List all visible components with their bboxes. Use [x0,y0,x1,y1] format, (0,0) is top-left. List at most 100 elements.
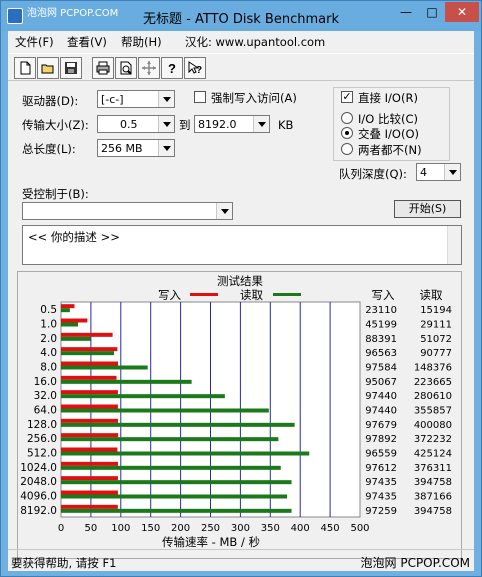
drive-value: [-c-] [101,93,124,106]
legend-read-label: 读取 [240,288,263,302]
write-bar [61,390,118,395]
write-bar [61,318,88,323]
write-bar [61,433,119,438]
drive-dropdown-arrow-icon[interactable] [158,91,174,107]
write-value: 97584 [365,363,397,374]
new-file-icon[interactable] [14,57,36,79]
x-tick-label: 400 [291,523,310,534]
transfer-to-select[interactable]: 8192.0 [194,115,270,133]
total-length-arrow-icon[interactable] [158,140,174,156]
transfer-from-arrow-icon[interactable] [158,116,174,132]
read-bar [61,508,292,513]
transfer-from-value: 0.5 [120,118,138,131]
context-help-icon[interactable]: ? [184,57,206,79]
read-bar [61,322,79,327]
read-bar [61,480,292,485]
close-button[interactable]: ✕ [445,2,479,22]
category-label: 1.0 [40,319,57,331]
controlled-by-arrow-icon[interactable] [216,203,232,219]
write-bar [61,361,118,366]
read-bar [61,437,279,442]
start-button[interactable]: 开始(S) [394,200,461,218]
description-scrollbar[interactable] [447,226,461,264]
write-bar [61,332,113,337]
neither-radio[interactable] [341,143,353,155]
transfer-from-select[interactable]: 0.5 [97,115,175,133]
open-folder-icon[interactable] [37,57,59,79]
force-write-checkbox[interactable] [194,91,206,103]
x-axis-label: 传输速率 - MB / 秒 [162,535,260,549]
column-header-read: 读取 [420,288,443,302]
write-bar [61,375,117,380]
menu-file[interactable]: 文件(F) [15,34,54,50]
description-text: << 你的描述 >> [28,230,120,244]
write-value: 96559 [365,449,397,460]
category-label: 2.0 [40,333,57,345]
x-tick-label: 500 [350,523,369,534]
read-bar [61,494,288,499]
write-bar [61,418,119,423]
write-value: 88391 [365,334,397,345]
x-tick-label: 350 [261,523,280,534]
read-value: 15194 [420,305,452,316]
menu-help[interactable]: 帮助(H) [121,34,162,50]
read-value: 148376 [414,363,452,374]
read-value: 223665 [414,377,452,388]
controlled-by-label: 受控制于(B): [22,187,89,201]
total-length-select[interactable]: 256 MB [97,139,175,157]
print-preview-icon[interactable] [115,57,137,79]
transfer-to-arrow-icon[interactable] [253,116,269,132]
help-icon[interactable]: ? [161,57,183,79]
total-length-value: 256 MB [101,142,143,155]
category-label: 128.0 [27,419,57,431]
toolbar: ? ? [8,53,474,81]
category-label: 32.0 [34,390,57,402]
results-chart: 测试结果 写入 读取 写入 读取 0 50 100 150 200 250 300 350 400 450 5… [17,271,462,559]
controlled-by-select[interactable] [22,202,233,220]
direct-io-checkbox[interactable]: ✓ [341,91,353,103]
x-tick-label: 50 [85,523,98,534]
drive-select[interactable]: [-c-] [97,90,175,108]
title-bar[interactable]: 泡泡网 PCPOP.COM 无标题 - ATTO Disk Benchmark … [1,1,481,31]
write-value: 97440 [365,391,397,402]
write-value: 97892 [365,434,397,445]
maximize-button[interactable]: □ [419,2,445,22]
write-value: 23110 [365,305,397,316]
write-bar [61,490,118,495]
description-textarea[interactable]: << 你的描述 >> [22,225,462,265]
transfer-unit: KB [278,118,294,132]
read-bar [61,422,295,427]
save-icon[interactable] [60,57,82,79]
io-compare-radio[interactable] [341,112,353,124]
legend-write-label: 写入 [158,288,181,302]
svg-text:?: ? [168,61,176,75]
read-value: 280610 [414,391,452,402]
transfer-size-label: 传输大小(Z): [22,118,89,132]
read-value: 400080 [414,420,452,431]
category-label: 256.0 [27,433,57,445]
print-icon[interactable] [92,57,114,79]
category-label: 8.0 [40,362,57,374]
move-icon[interactable] [138,57,160,79]
category-label: 0.5 [40,304,57,316]
read-bar [61,308,70,313]
queue-depth-select[interactable]: 4 [416,163,461,181]
write-bar [61,404,118,409]
x-tick-label: 150 [141,523,160,534]
read-bar [61,451,310,456]
queue-depth-arrow-icon[interactable] [444,164,460,180]
category-label: 1024.0 [20,462,57,474]
minimize-button[interactable]: — [393,2,419,22]
write-value: 45199 [365,320,397,331]
chart-svg: 测试结果写入 读取 写入 读取 0 50 100 150 200 250 300 350 400 450 5… [20,274,452,549]
write-bar [61,476,118,481]
watermark-bottom: 泡泡网 PCPOP.COM [360,556,470,570]
overlapped-io-label: 交叠 I/O(O) [358,127,419,141]
write-bar [61,304,75,309]
overlapped-io-radio[interactable] [341,127,353,139]
menu-view[interactable]: 查看(V) [67,34,107,50]
category-label: 64.0 [34,405,57,417]
transfer-to-label: 到 [179,118,191,132]
legend-write-swatch [190,293,218,296]
status-text: 要获得帮助, 请按 F1 [11,556,117,570]
